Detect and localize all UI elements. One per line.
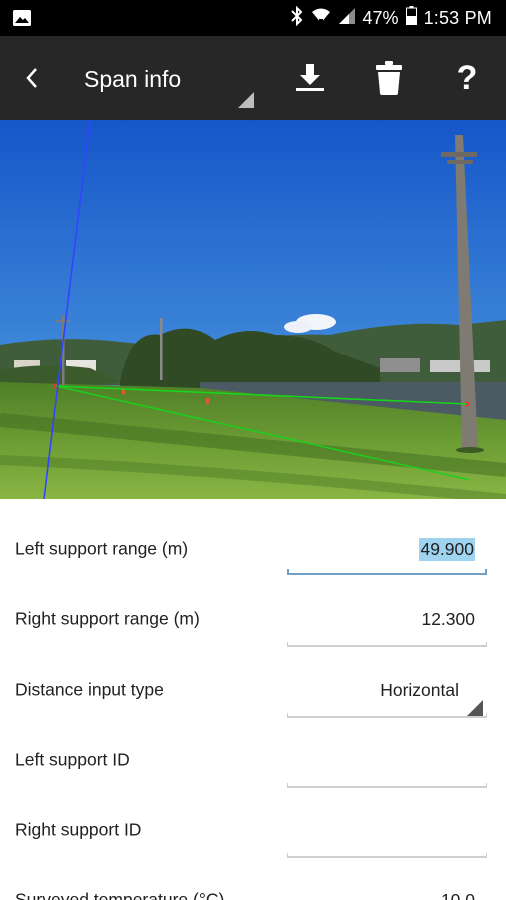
distance-input-type-row: Distance input type Horizontal bbox=[0, 650, 506, 720]
signal-icon bbox=[338, 7, 356, 30]
app-bar: Span info ? bbox=[0, 36, 506, 120]
right-support-id-input[interactable] bbox=[287, 812, 487, 848]
back-arrow-icon bbox=[26, 68, 37, 88]
left-support-range-label: Left support range (m) bbox=[15, 538, 189, 559]
wifi-icon bbox=[311, 7, 331, 30]
distance-input-type-value: Horizontal bbox=[380, 679, 459, 700]
right-support-range-input[interactable]: 12.300 bbox=[287, 601, 487, 637]
left-support-range-row: Left support range (m) 49.900 bbox=[0, 509, 506, 579]
left-support-id-label: Left support ID bbox=[15, 749, 130, 770]
left-support-range-input[interactable]: 49.900 bbox=[287, 531, 487, 567]
download-icon bbox=[296, 64, 324, 91]
right-support-id-label: Right support ID bbox=[15, 819, 142, 840]
delete-button[interactable] bbox=[369, 58, 409, 98]
right-support-range-underline bbox=[287, 642, 487, 647]
distance-input-type-label: Distance input type bbox=[15, 679, 164, 700]
distance-input-type-underline bbox=[287, 713, 487, 718]
surveyed-temperature-input[interactable]: 10.0 bbox=[287, 882, 487, 900]
left-support-id-input[interactable] bbox=[287, 742, 487, 778]
surveyed-temperature-value: 10.0 bbox=[440, 889, 475, 900]
battery-percent: 47% bbox=[362, 7, 399, 28]
surveyed-temperature-label: Surveyed temperature (°C) bbox=[15, 889, 225, 900]
span-photo[interactable] bbox=[0, 120, 506, 499]
spinner-arrow-icon bbox=[238, 92, 254, 108]
span-photo-svg bbox=[0, 120, 506, 499]
left-support-id-underline bbox=[287, 783, 487, 788]
right-support-range-value: 12.300 bbox=[421, 608, 475, 629]
span-info-form: Left support range (m) 49.900 Right supp… bbox=[0, 499, 506, 900]
title-spinner[interactable]: Span info bbox=[70, 54, 260, 114]
right-support-range-label: Right support range (m) bbox=[15, 608, 200, 629]
image-icon bbox=[12, 9, 32, 32]
trash-icon bbox=[376, 61, 402, 95]
distance-input-type-select[interactable]: Horizontal bbox=[287, 672, 487, 708]
back-button[interactable] bbox=[14, 60, 50, 96]
right-support-id-row: Right support ID bbox=[0, 790, 506, 860]
download-button[interactable] bbox=[290, 58, 330, 98]
surveyed-temperature-row: Surveyed temperature (°C) 10.0 bbox=[0, 860, 506, 900]
help-button[interactable]: ? bbox=[447, 58, 487, 98]
status-bar: 47% 1:53 PM bbox=[0, 0, 506, 36]
left-support-range-value: 49.900 bbox=[419, 537, 475, 561]
left-support-id-row: Left support ID bbox=[0, 720, 506, 790]
help-icon: ? bbox=[456, 58, 478, 97]
clock: 1:53 PM bbox=[423, 7, 492, 28]
dropdown-arrow-icon bbox=[467, 700, 483, 716]
right-support-range-row: Right support range (m) 12.300 bbox=[0, 579, 506, 649]
bluetooth-icon bbox=[290, 5, 304, 31]
left-support-range-underline bbox=[287, 569, 487, 575]
right-support-id-underline bbox=[287, 853, 487, 858]
page-title: Span info bbox=[84, 66, 182, 92]
battery-icon bbox=[405, 6, 417, 30]
